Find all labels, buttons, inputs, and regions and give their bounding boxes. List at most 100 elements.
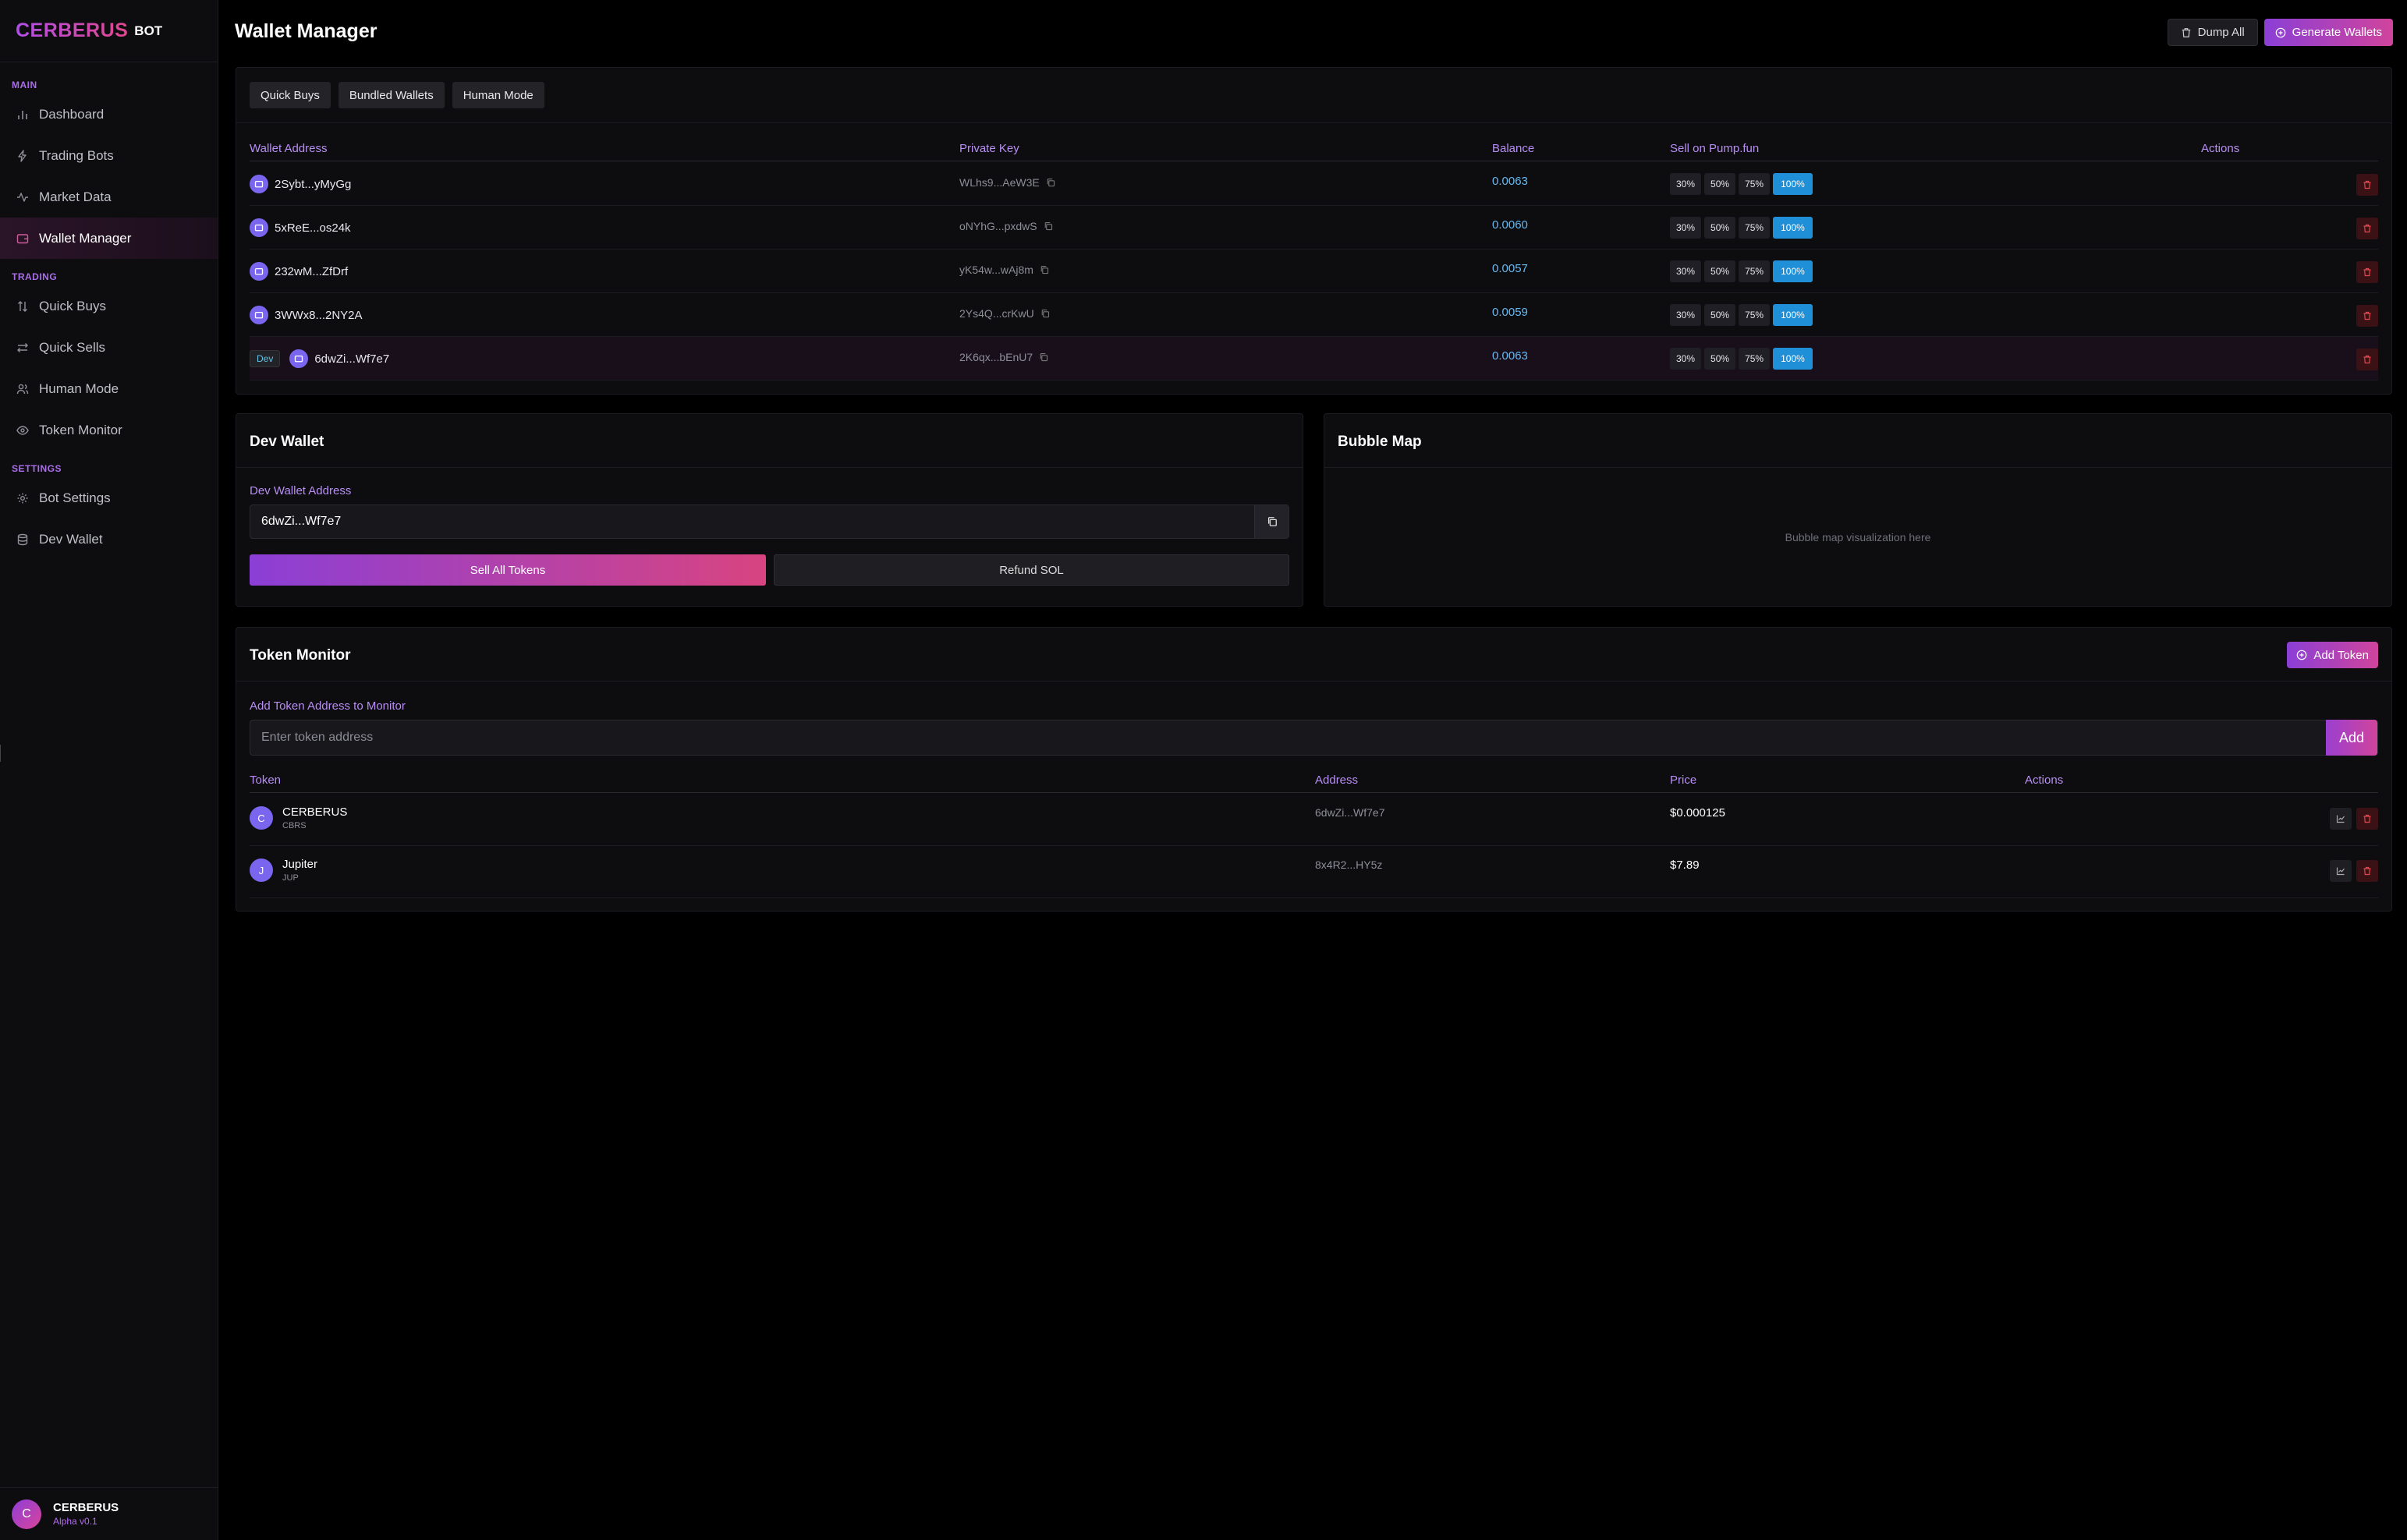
trash-icon	[2363, 311, 2372, 320]
sell-100-button[interactable]: 100%	[1773, 173, 1813, 195]
tab-quick-buys[interactable]: Quick Buys	[250, 82, 331, 108]
delete-wallet-button[interactable]	[2356, 349, 2378, 370]
sell-75-button[interactable]: 75%	[1739, 260, 1771, 282]
sell-30-button[interactable]: 30%	[1670, 348, 1702, 370]
sell-all-tokens-button[interactable]: Sell All Tokens	[250, 554, 766, 586]
wallet-address: 232wM...ZfDrf	[275, 264, 349, 278]
sidebar-item-label: Dev Wallet	[39, 531, 103, 547]
sell-30-button[interactable]: 30%	[1670, 173, 1702, 195]
users-icon	[16, 382, 30, 396]
add-button[interactable]: Add	[2326, 720, 2377, 756]
copy-button[interactable]	[1254, 505, 1289, 538]
wallet-balance: 0.0063	[1492, 175, 1528, 188]
add-token-button[interactable]: Add Token	[2287, 642, 2378, 668]
sidebar-item-trading-bots[interactable]: Trading Bots	[0, 135, 218, 176]
sell-100-button[interactable]: 100%	[1773, 260, 1813, 282]
table-row: 232wM...ZfDrf yK54w...wAj8m 0.0057 30% 5…	[250, 250, 2378, 293]
token-table-header: Token Address Price Actions	[250, 768, 2378, 793]
copy-icon[interactable]	[1040, 265, 1049, 274]
sell-50-button[interactable]: 50%	[1704, 348, 1736, 370]
bubble-map-panel: Bubble Map Bubble map visualization here	[1324, 413, 2392, 607]
delete-token-button[interactable]	[2356, 860, 2378, 882]
sidebar-item-quick-sells[interactable]: Quick Sells	[0, 327, 218, 368]
sell-75-button[interactable]: 75%	[1739, 217, 1771, 239]
bubble-map-placeholder: Bubble map visualization here	[1785, 531, 1931, 543]
sidebar-item-dev-wallet[interactable]: Dev Wallet	[0, 519, 218, 560]
token-symbol: CBRS	[282, 821, 307, 830]
private-key: yK54w...wAj8m	[959, 264, 1033, 276]
tab-human-mode[interactable]: Human Mode	[452, 82, 544, 108]
sell-50-button[interactable]: 50%	[1704, 173, 1736, 195]
copy-icon[interactable]	[1040, 309, 1050, 318]
sidebar-item-label: Token Monitor	[39, 422, 122, 437]
token-address-label: Add Token Address to Monitor	[250, 699, 406, 713]
sell-30-button[interactable]: 30%	[1670, 217, 1702, 239]
wallet-icon	[250, 175, 268, 193]
sidebar-item-label: Quick Sells	[39, 339, 106, 355]
delete-wallet-button[interactable]	[2356, 174, 2378, 196]
sell-75-button[interactable]: 75%	[1739, 348, 1771, 370]
sell-50-button[interactable]: 50%	[1704, 260, 1736, 282]
sell-50-button[interactable]: 50%	[1704, 304, 1736, 326]
sell-75-button[interactable]: 75%	[1739, 304, 1771, 326]
sidebar-item-quick-buys[interactable]: Quick Buys	[0, 285, 218, 327]
brand-logo[interactable]: CERBERUS BOT	[0, 0, 218, 62]
sidebar-item-human-mode[interactable]: Human Mode	[0, 368, 218, 409]
sidebar-item-market-data[interactable]: Market Data	[0, 176, 218, 218]
private-key: 2Ys4Q...crKwU	[959, 307, 1034, 320]
delete-wallet-button[interactable]	[2356, 261, 2378, 283]
sell-30-button[interactable]: 30%	[1670, 260, 1702, 282]
database-icon	[16, 533, 30, 547]
sidebar-resize-handle[interactable]	[0, 745, 2, 762]
sidebar-item-wallet-manager[interactable]: Wallet Manager	[0, 218, 218, 259]
copy-icon[interactable]	[1046, 178, 1055, 187]
delete-token-button[interactable]	[2356, 808, 2378, 830]
user-profile[interactable]: C CERBERUS Alpha v0.1	[0, 1487, 218, 1540]
token-price: $7.89	[1670, 859, 1700, 872]
token-monitor-panel: Token Monitor Add Token Add Token Addres…	[236, 627, 2392, 912]
sidebar: CERBERUS BOT MAIN Dashboard Trading Bots…	[0, 0, 218, 1540]
sidebar-item-label: Dashboard	[39, 106, 105, 122]
wallet-balance: 0.0059	[1492, 306, 1528, 319]
copy-icon[interactable]	[1044, 221, 1053, 231]
trash-icon	[2363, 814, 2372, 823]
refund-sol-button[interactable]: Refund SOL	[774, 554, 1289, 586]
dev-wallet-address-field[interactable]: 6dwZi...Wf7e7	[250, 504, 1289, 539]
sell-100-button[interactable]: 100%	[1773, 348, 1813, 370]
column-token: Token	[250, 774, 282, 787]
trash-icon	[2363, 267, 2372, 277]
sidebar-item-dashboard[interactable]: Dashboard	[0, 94, 218, 135]
private-key: WLhs9...AeW3E	[959, 176, 1040, 189]
delete-wallet-button[interactable]	[2356, 305, 2378, 327]
sidebar-item-token-monitor[interactable]: Token Monitor	[0, 409, 218, 451]
view-chart-button[interactable]	[2330, 860, 2352, 882]
sell-50-button[interactable]: 50%	[1704, 217, 1736, 239]
sidebar-item-bot-settings[interactable]: Bot Settings	[0, 477, 218, 519]
tab-bundled-wallets[interactable]: Bundled Wallets	[338, 82, 445, 108]
sell-75-button[interactable]: 75%	[1739, 173, 1771, 195]
divider	[236, 467, 1303, 468]
delete-wallet-button[interactable]	[2356, 218, 2378, 239]
sidebar-item-label: Trading Bots	[39, 147, 114, 163]
dev-badge: Dev	[250, 350, 281, 367]
sell-100-button[interactable]: 100%	[1773, 304, 1813, 326]
private-key: 2K6qx...bEnU7	[959, 351, 1033, 363]
token-address-placeholder: Enter token address	[261, 731, 374, 744]
copy-icon[interactable]	[1039, 352, 1048, 362]
view-chart-button[interactable]	[2330, 808, 2352, 830]
table-row: 2Sybt...yMyGg WLhs9...AeW3E 0.0063 30% 5…	[250, 162, 2378, 206]
nav-section-main: MAIN	[12, 80, 37, 90]
divider	[236, 122, 2391, 123]
column-sell: Sell on Pump.fun	[1670, 142, 1760, 155]
generate-wallets-button[interactable]: Generate Wallets	[2263, 19, 2393, 46]
dump-all-button[interactable]: Dump All	[2167, 19, 2258, 46]
line-chart-icon	[2336, 814, 2345, 823]
sell-30-button[interactable]: 30%	[1670, 304, 1702, 326]
wallet-balance: 0.0057	[1492, 262, 1528, 275]
token-address-input[interactable]: Enter token address Add	[250, 720, 2378, 756]
wallet-table-header: Wallet Address Private Key Balance Sell …	[250, 136, 2378, 161]
sell-100-button[interactable]: 100%	[1773, 217, 1813, 239]
line-chart-icon	[2336, 866, 2345, 876]
page-title: Wallet Manager	[235, 20, 378, 42]
wallet-balance: 0.0060	[1492, 218, 1528, 232]
